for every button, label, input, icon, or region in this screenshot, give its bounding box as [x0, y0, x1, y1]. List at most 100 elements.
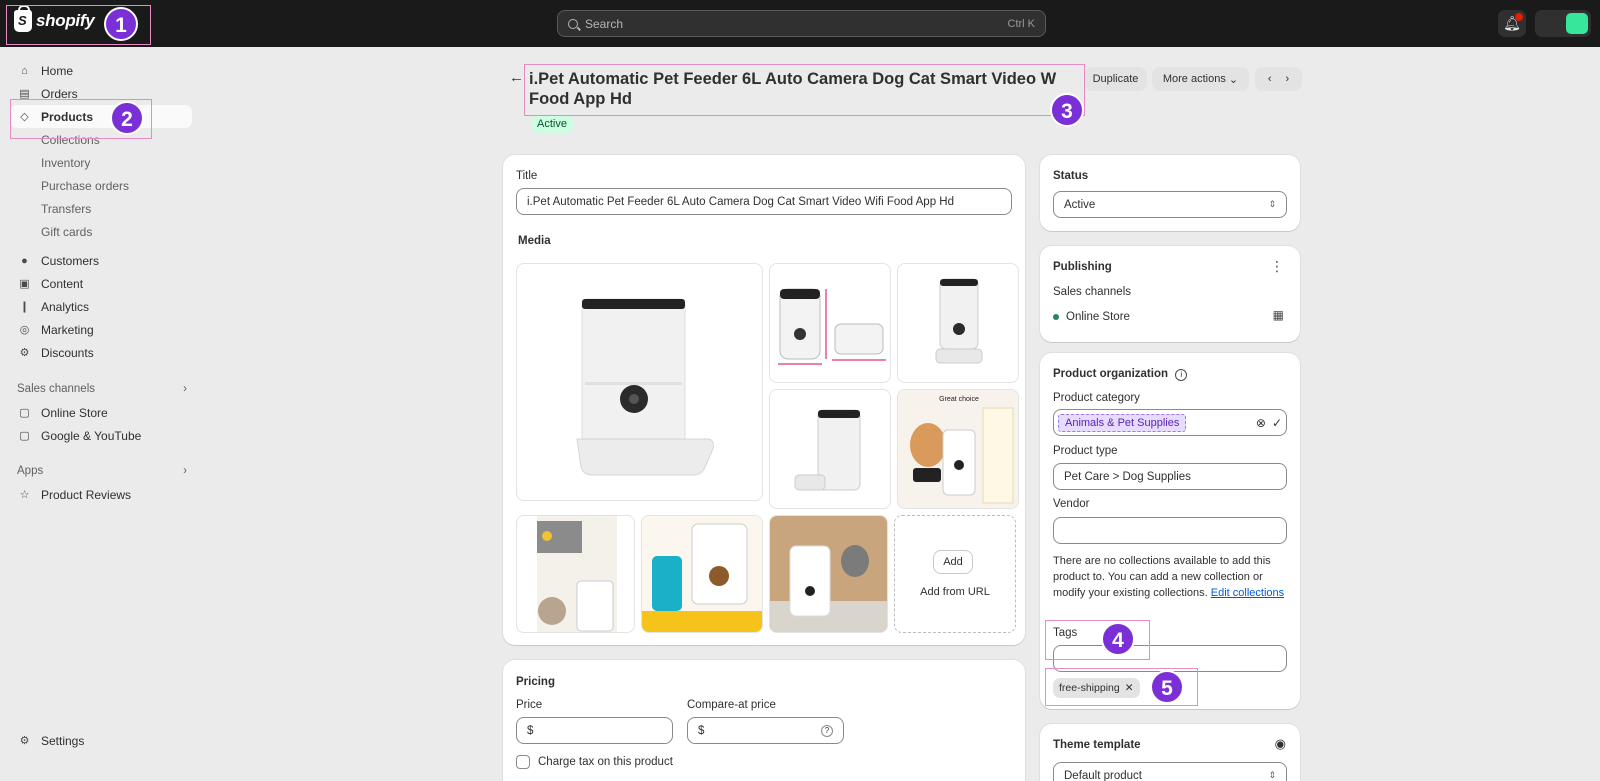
clear-category-icon[interactable]: ⊗: [1256, 416, 1266, 430]
tags-label: Tags: [1053, 627, 1078, 639]
compare-price-input[interactable]: $?: [687, 717, 844, 744]
remove-tag-icon[interactable]: ✕: [1125, 682, 1134, 694]
media-thumbnail[interactable]: [769, 515, 888, 633]
vendor-label: Vendor: [1053, 498, 1090, 510]
notifications-button[interactable]: 🔔︎: [1498, 10, 1526, 37]
sidebar-item-gift-cards[interactable]: Gift cards: [10, 220, 192, 243]
charge-tax-row: Charge tax on this product: [516, 755, 673, 769]
title-label: Title: [516, 170, 538, 182]
edit-collections-link[interactable]: Edit collections: [1211, 587, 1284, 599]
media-thumbnail[interactable]: [769, 389, 891, 509]
sidebar-item-orders[interactable]: ▤ Orders: [10, 82, 192, 105]
more-actions-label: More actions: [1162, 73, 1226, 85]
shopify-logo[interactable]: shopify: [14, 5, 95, 32]
next-product-button[interactable]: ›: [1279, 73, 1297, 85]
media-thumbnail[interactable]: [769, 263, 891, 383]
publishing-heading: Publishing: [1053, 261, 1112, 273]
sidebar-item-discounts[interactable]: ⚙ Discounts: [10, 341, 192, 364]
media-thumbnail[interactable]: [641, 515, 763, 633]
tag-chip: free-shipping ✕: [1053, 678, 1140, 698]
confirm-category-icon[interactable]: ✓: [1272, 416, 1282, 430]
sidebar-item-inventory[interactable]: Inventory: [10, 151, 192, 174]
more-actions-button[interactable]: More actions ⌄: [1152, 67, 1249, 91]
sidebar-item-settings[interactable]: ⚙ Settings: [10, 729, 192, 752]
back-arrow-icon[interactable]: ←: [509, 69, 524, 86]
category-chip: Animals & Pet Supplies: [1058, 413, 1187, 432]
annotation-number: 4: [1101, 622, 1135, 656]
sidebar-item-online-store[interactable]: ▢ Online Store: [10, 401, 192, 424]
apps-section[interactable]: Apps ›: [17, 465, 187, 477]
sidebar-item-label: Marketing: [41, 322, 94, 337]
pricing-heading: Pricing: [516, 676, 555, 688]
media-main-image[interactable]: [516, 263, 763, 501]
help-icon[interactable]: ?: [821, 724, 833, 737]
sidebar-item-collections[interactable]: Collections: [10, 128, 192, 151]
notification-count-badge: [1515, 13, 1523, 21]
sidebar-item-label: Online Store: [41, 405, 108, 420]
media-thumbnail[interactable]: [897, 263, 1019, 383]
sidebar-item-product-reviews[interactable]: ☆ Product Reviews: [10, 483, 192, 506]
sidebar-item-analytics[interactable]: ❙ Analytics: [10, 295, 192, 318]
media-thumbnail[interactable]: Great choice: [897, 389, 1019, 509]
annotation-number: 2: [110, 101, 144, 135]
status-badge: Active: [531, 115, 573, 133]
sidebar-item-label: Collections: [41, 132, 100, 147]
title-input[interactable]: i.Pet Automatic Pet Feeder 6L Auto Camer…: [516, 188, 1012, 215]
sidebar-item-google-youtube[interactable]: ▢ Google & YouTube: [10, 424, 192, 447]
store-icon: ▢: [19, 407, 30, 419]
category-label: Product category: [1053, 392, 1140, 404]
duplicate-button[interactable]: Duplicate: [1084, 67, 1147, 91]
store-avatar: [1566, 13, 1588, 34]
channel-name: Online Store: [1066, 311, 1130, 323]
product-type-input[interactable]: Pet Care > Dog Supplies: [1053, 463, 1287, 490]
channel-row: Online Store: [1053, 311, 1130, 323]
home-icon: ⌂: [21, 64, 28, 77]
more-options-icon[interactable]: ⋮: [1270, 258, 1284, 275]
search-bar[interactable]: Search Ctrl K: [557, 10, 1046, 37]
tag-icon: ◇: [20, 111, 29, 123]
sidebar-item-transfers[interactable]: Transfers: [10, 197, 192, 220]
theme-template-select[interactable]: Default product ⇕: [1053, 762, 1287, 781]
sidebar-item-home[interactable]: ⌂ Home: [10, 59, 192, 82]
sidebar: ⌂ Home ▤ Orders ◇ Products Collections Inve…: [0, 47, 202, 781]
sidebar-item-content[interactable]: ▣ Content: [10, 272, 192, 295]
sidebar-item-products[interactable]: ◇ Products: [10, 105, 192, 128]
sales-channels-section[interactable]: Sales channels ›: [17, 383, 187, 395]
store-menu-button[interactable]: [1535, 10, 1591, 37]
theme-template-card: Theme template ◉ Default product ⇕: [1040, 724, 1300, 781]
status-select-value: Active: [1064, 198, 1096, 211]
sidebar-item-label: Discounts: [41, 345, 94, 360]
sidebar-item-label: Transfers: [41, 201, 92, 216]
chevron-down-icon: ⌄: [1228, 73, 1239, 86]
tags-input[interactable]: [1053, 645, 1287, 672]
status-card: Status Active ⇕: [1040, 155, 1300, 231]
select-arrows-icon: ⇕: [1268, 199, 1276, 209]
media-dropzone[interactable]: Add Add from URL: [894, 515, 1016, 633]
vendor-input[interactable]: [1053, 517, 1287, 544]
charge-tax-checkbox[interactable]: [516, 755, 530, 769]
star-icon: ☆: [19, 489, 30, 501]
media-thumbnail[interactable]: [516, 515, 635, 633]
price-input[interactable]: $: [516, 717, 673, 744]
sidebar-item-label: Customers: [41, 253, 100, 268]
compare-price-label: Compare-at price: [687, 699, 776, 711]
feeder-camera-image: [537, 516, 617, 632]
product-type-label: Product type: [1053, 445, 1118, 457]
category-input[interactable]: Animals & Pet Supplies ⊗ ✓: [1053, 409, 1287, 436]
info-icon[interactable]: i: [1175, 369, 1188, 381]
theme-select-value: Default product: [1064, 769, 1142, 781]
previous-product-button[interactable]: ‹: [1261, 73, 1279, 85]
sidebar-item-label: Gift cards: [41, 224, 93, 239]
status-select[interactable]: Active ⇕: [1053, 191, 1287, 218]
schedule-calendar-icon[interactable]: ▦: [1273, 308, 1284, 322]
top-bar: shopify Search Ctrl K 🔔︎: [0, 0, 1600, 47]
sidebar-item-purchase-orders[interactable]: Purchase orders: [10, 174, 192, 197]
eye-icon[interactable]: ◉: [1275, 736, 1286, 752]
add-from-url-link[interactable]: Add from URL: [895, 586, 1015, 598]
sidebar-item-label: Google & YouTube: [41, 428, 142, 443]
add-media-button[interactable]: Add: [933, 550, 973, 574]
select-arrows-icon: ⇕: [1268, 770, 1276, 780]
published-dot-icon: [1053, 314, 1059, 320]
sidebar-item-customers[interactable]: ● Customers: [10, 249, 192, 272]
sidebar-item-marketing[interactable]: ◎ Marketing: [10, 318, 192, 341]
